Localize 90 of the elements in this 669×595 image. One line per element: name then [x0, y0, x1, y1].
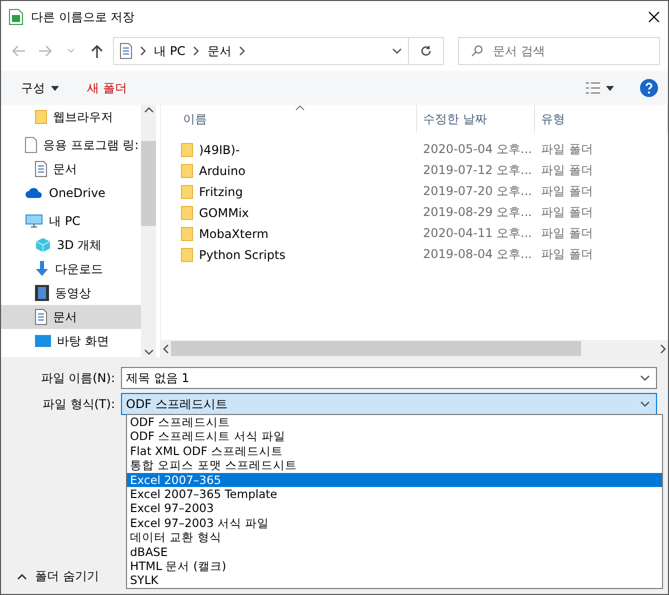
breadcrumb[interactable]: 문서 — [207, 42, 232, 60]
filename-combo-box[interactable]: 제목 없음 1 — [121, 367, 657, 389]
file-name[interactable]: Python Scripts — [199, 248, 286, 262]
caret-icon — [606, 86, 614, 90]
scroll-right-icon — [658, 344, 668, 354]
sidebar-item[interactable]: 문서 — [1, 305, 141, 329]
folder-icon — [181, 248, 193, 262]
column-header[interactable]: 수정한 날짜 — [417, 105, 535, 133]
document-icon — [120, 43, 132, 59]
folder-icon — [181, 142, 193, 156]
caret-icon — [51, 86, 59, 90]
table-cell-text: 파일 폴더 — [540, 204, 594, 221]
file-name[interactable]: GOMMix — [199, 206, 249, 220]
dropdown-icon — [392, 46, 402, 56]
film-icon — [35, 285, 49, 301]
column-header[interactable]: 유형 — [535, 105, 668, 133]
sidebar-item[interactable]: 동영상 — [1, 281, 141, 305]
sidebar-item[interactable]: 다운로드 — [1, 257, 141, 281]
chevron-icon — [138, 46, 148, 56]
organize-button[interactable]: 구성 — [19, 78, 61, 98]
field-label: 파일 이름(N): — [40, 370, 116, 386]
search-field[interactable]: 문서 검색 — [491, 43, 645, 59]
table-cell-text: 2019-08-04 오후... — [422, 246, 533, 263]
sidebar-item[interactable]: 응용 프로그램 링: — [1, 133, 141, 157]
help-icon[interactable] — [640, 79, 658, 97]
sidebar-item[interactable]: 웹브라우저 — [1, 105, 141, 129]
window-title: 다른 이름으로 저장 — [31, 8, 136, 26]
table-cell-text: 파일 폴더 — [540, 162, 594, 179]
field-label: 파일 형식(T): — [41, 396, 116, 412]
sidebar-item[interactable]: 3D 개체 — [1, 233, 141, 257]
caret-icon — [17, 574, 27, 580]
file-name[interactable]: MobaXterm — [199, 226, 268, 240]
file-name[interactable]: Arduino — [199, 164, 246, 178]
up-arrow-icon — [91, 44, 103, 58]
folder-icon — [181, 226, 193, 240]
document-icon — [35, 161, 47, 177]
dropdown-icon — [640, 399, 650, 409]
table-cell-text: 파일 폴더 — [540, 225, 594, 242]
scroll-left-icon — [161, 344, 171, 354]
chevron-icon — [191, 46, 202, 56]
search-box[interactable]: 문서 검색 — [458, 37, 660, 65]
table-cell-text: 2020-04-11 오후... — [422, 225, 533, 242]
file-type-select[interactable]: ODF 스프레드시트 — [121, 393, 657, 415]
new-folder-button[interactable]: 새 폴더 — [85, 78, 129, 98]
chevron-icon — [237, 46, 248, 56]
view-button[interactable] — [584, 80, 616, 96]
document-icon — [25, 137, 37, 153]
file-name[interactable]: Fritzing — [199, 184, 243, 198]
table-cell-text: 파일 폴더 — [540, 246, 594, 263]
caret-icon — [67, 48, 75, 54]
address-bar[interactable]: 내 PC 문서 — [113, 37, 444, 65]
folder-icon — [181, 164, 193, 178]
back-arrow-icon — [12, 45, 26, 57]
monitor-icon — [25, 214, 43, 228]
dropdown-icon — [640, 373, 650, 383]
column-header[interactable]: 이름 — [161, 105, 417, 133]
file-name[interactable]: )49IB)- — [199, 142, 240, 156]
scroll-down-icon — [144, 346, 154, 357]
sidebar-item[interactable]: 내 PC — [1, 209, 141, 233]
folder-icon — [181, 184, 193, 198]
scroll-up-icon — [144, 105, 154, 115]
table-cell-text: 2019-07-20 오후... — [422, 183, 533, 200]
scrollbar-thumb[interactable] — [171, 341, 581, 356]
folder-icon — [35, 110, 47, 124]
cloud-icon — [25, 187, 43, 199]
spreadsheet-icon — [9, 9, 23, 25]
cube-icon — [35, 237, 51, 253]
scrollbar-thumb[interactable] — [141, 140, 156, 226]
hide-folders-button[interactable]: 폴더 숨기기 — [11, 567, 105, 586]
table-cell-text: 2019-08-29 오후... — [422, 204, 533, 221]
breadcrumb[interactable]: 내 PC — [154, 42, 186, 60]
filename-field[interactable]: 제목 없음 1 — [126, 371, 640, 385]
search-icon — [471, 45, 483, 57]
sort-icon — [295, 105, 305, 111]
sidebar-item[interactable]: 문서 — [1, 157, 141, 181]
forward-arrow-icon — [38, 45, 52, 57]
refresh-icon — [420, 45, 432, 57]
download-icon — [35, 261, 49, 277]
folder-icon — [181, 206, 193, 220]
table-cell-text: 2019-07-12 오후... — [422, 162, 533, 179]
sidebar-item[interactable]: 바탕 화면 — [1, 329, 141, 353]
document-icon — [35, 309, 47, 325]
sidebar-item[interactable]: OneDrive — [1, 181, 141, 205]
details-view-icon — [586, 82, 600, 94]
list-option[interactable]: Excel 2007–365 — [127, 472, 662, 487]
desktop-icon — [35, 335, 51, 347]
table-cell-text: 2020-05-04 오후... — [422, 141, 533, 158]
table-cell-text: 파일 폴더 — [540, 141, 594, 158]
table-cell-text: 파일 폴더 — [540, 183, 594, 200]
close-icon[interactable] — [648, 11, 660, 23]
